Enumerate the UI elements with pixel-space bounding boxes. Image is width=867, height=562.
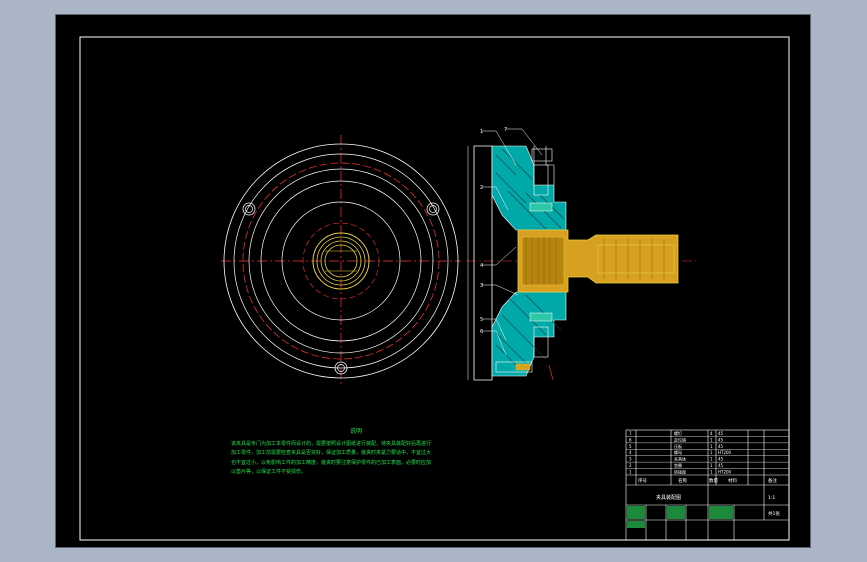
balloon-1: 1 bbox=[480, 129, 483, 135]
parts-list-cell: 4 bbox=[710, 431, 713, 436]
front-view bbox=[221, 135, 461, 387]
title-block-highlights bbox=[627, 506, 733, 528]
bolt-hole-left bbox=[242, 202, 256, 216]
parts-list-cell: 7 bbox=[629, 431, 632, 436]
balloon-7: 7 bbox=[504, 127, 507, 133]
sheet-count: 共1张 bbox=[768, 510, 780, 517]
parts-list-cell: 3 bbox=[629, 457, 632, 462]
notes-line-4: 以垫片等，以保证工件不受损伤。 bbox=[231, 469, 307, 475]
parts-list-cell: 1 bbox=[710, 444, 713, 449]
parts-list-cell: 45 bbox=[718, 463, 724, 468]
drawing-title: 夹具装配图 bbox=[656, 494, 681, 501]
parts-list-cell: 4 bbox=[629, 450, 632, 455]
bolt-hole-right bbox=[426, 202, 440, 216]
col-material: 材料 bbox=[728, 477, 737, 484]
parts-list-cell: 转接盘 bbox=[674, 469, 686, 475]
parts-list-cell: 1 bbox=[629, 470, 632, 475]
balloon-6: 6 bbox=[480, 329, 483, 335]
parts-list-cell: 螺母 bbox=[674, 449, 682, 455]
parts-list-cell: HT200 bbox=[718, 450, 732, 455]
parts-list-cell: 1 bbox=[710, 470, 713, 475]
scale: 1:1 bbox=[768, 495, 775, 501]
parts-list-cell: 1 bbox=[710, 450, 713, 455]
balloon-3: 3 bbox=[480, 283, 483, 289]
col-qty: 数量 bbox=[709, 477, 718, 484]
pad-upper bbox=[529, 202, 553, 212]
parts-list-cell: 45 bbox=[718, 457, 724, 462]
notes-line-3: 也不宜过小，以免影响工件的加工精度，装夹时要注意保护零件的已加工表面，必要时应加 bbox=[231, 459, 432, 466]
notes-title: 说明 bbox=[349, 428, 362, 435]
parts-list-cell: 1 bbox=[710, 437, 713, 442]
parts-list-cell: 45 bbox=[718, 431, 724, 436]
col-remark: 备注 bbox=[768, 477, 777, 484]
drawing-sheet: 1 7 2 4 3 5 6 7 螺钉 4 45 6 定位销 1 45 5 压板 … bbox=[55, 14, 811, 548]
parts-list-cell: 45 bbox=[718, 437, 724, 442]
col-index: 序号 bbox=[638, 477, 647, 484]
parts-list-cell: 2 bbox=[629, 463, 632, 468]
parts-list-cell: 6 bbox=[629, 437, 632, 442]
notes-line-1: 该夹具是专门为加工本零件而设计的，需要按照设计图纸进行装配，待夹具装配好后再进行 bbox=[231, 440, 432, 447]
parts-list-cell: 螺钉 bbox=[674, 430, 682, 436]
section-view: 1 7 2 4 3 5 6 bbox=[466, 127, 696, 381]
balloon-5: 5 bbox=[480, 317, 483, 323]
parts-list: 7 螺钉 4 456 定位销 1 455 压板 1 454 螺母 1 HT2003 夹具体 1 452 垫圈 1 4… bbox=[626, 430, 789, 475]
balloon-4: 4 bbox=[480, 263, 483, 269]
parts-list-cell: 45 bbox=[718, 444, 724, 449]
body-upper bbox=[491, 145, 567, 231]
pad-lower bbox=[529, 312, 553, 322]
technical-notes: 说明 该夹具是专门为加工本零件而设计的，需要按照设计图纸进行装配，待夹具装配好后… bbox=[231, 427, 491, 478]
parts-list-cell: 夹具体 bbox=[674, 456, 686, 462]
balloon-2: 2 bbox=[480, 185, 483, 191]
col-name: 名称 bbox=[678, 477, 687, 484]
parts-list-cell: 1 bbox=[710, 457, 713, 462]
parts-list-cell: 1 bbox=[710, 463, 713, 468]
notes-line-2: 加工零件，加工前需要检查夹具是否完好，保证加工质量，装夹时夹紧力要适中，不宜过大 bbox=[231, 450, 432, 456]
title-block bbox=[625, 429, 790, 541]
parts-list-cell: HT200 bbox=[718, 470, 732, 475]
parts-list-cell: 压板 bbox=[674, 443, 682, 449]
parts-list-cell: 垫圈 bbox=[674, 462, 682, 468]
parts-list-cell: 5 bbox=[629, 444, 632, 449]
parts-list-cell: 定位销 bbox=[674, 436, 686, 442]
